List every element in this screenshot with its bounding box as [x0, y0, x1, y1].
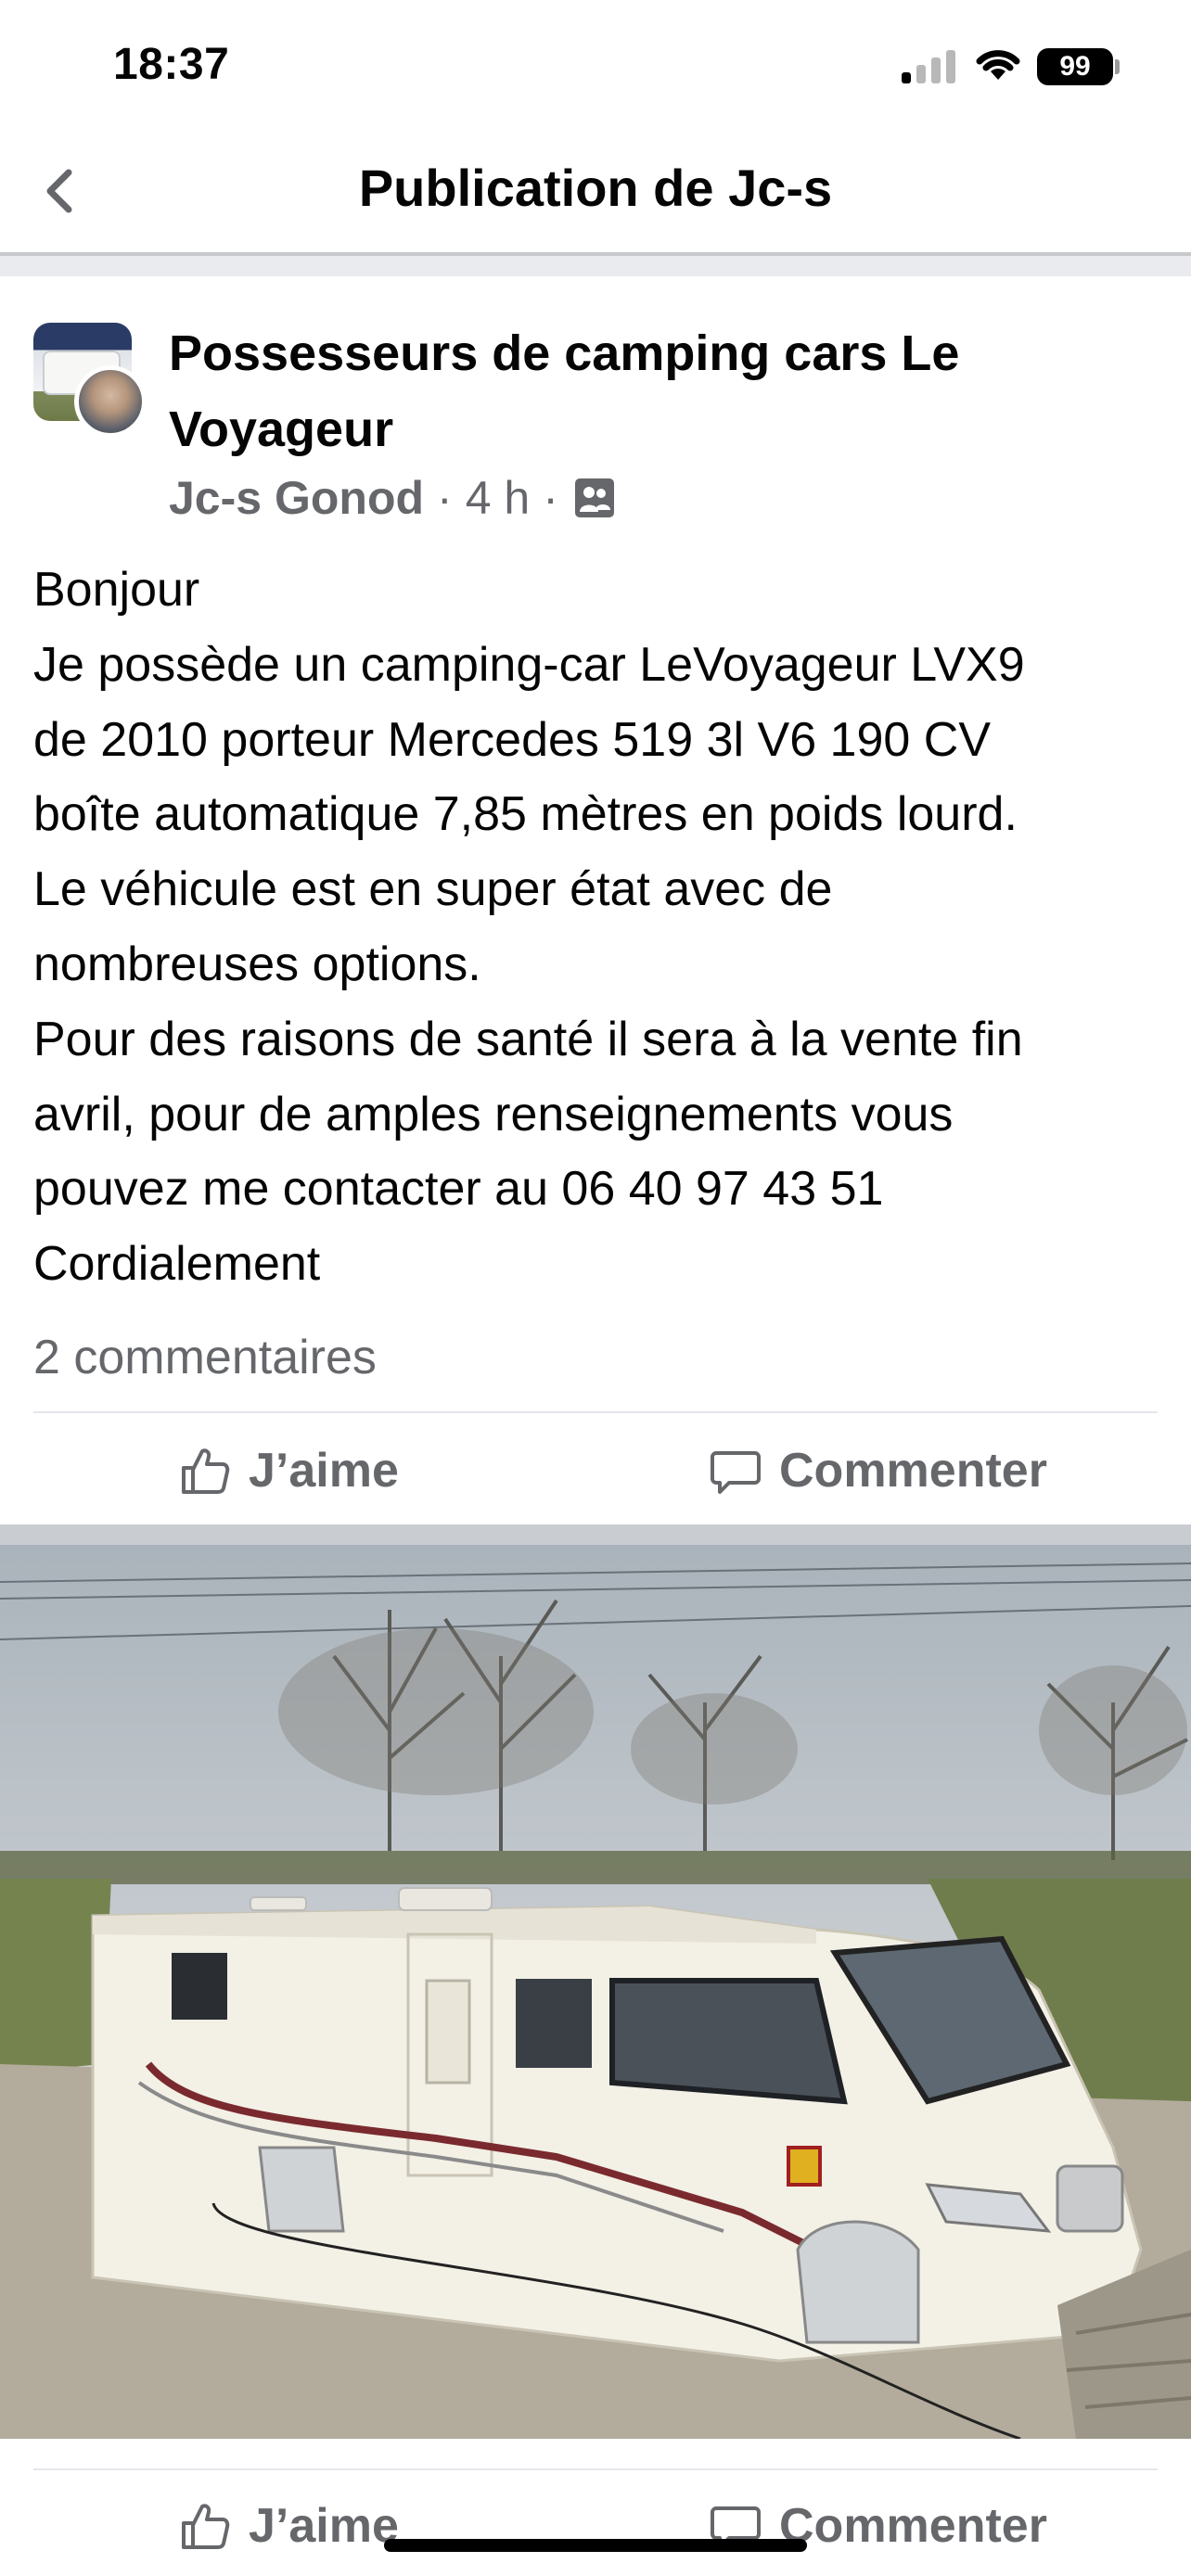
post-line: pouvez me contacter au 06 40 97 43 51: [33, 1162, 884, 1217]
page-title: Publication de Jc-s: [358, 159, 833, 217]
photo-actions-divider: [33, 2468, 1158, 2470]
post-line: nombreuses options.: [33, 937, 481, 991]
battery-tip: [1115, 59, 1120, 74]
camping-car-photo[interactable]: [0, 1545, 1191, 2439]
like-label: J’aime: [249, 2499, 399, 2553]
author-name-link[interactable]: Jc-s Gonod: [169, 471, 424, 525]
photo-comment-button[interactable]: Commenter: [709, 2489, 1047, 2563]
navigation-bar: Publication de Jc-s: [0, 137, 1191, 249]
status-bar: 18:37 99: [0, 0, 1191, 130]
header-separator: [0, 252, 1191, 276]
comment-button[interactable]: Commenter: [709, 1434, 1047, 1508]
post-line: boîte automatique 7,85 mètres en poids l…: [33, 787, 1018, 842]
post-line: Cordialement: [33, 1237, 321, 1292]
meta-separator: ·: [437, 472, 453, 524]
actions-divider: [33, 1411, 1158, 1413]
photo-like-button[interactable]: J’aime: [178, 2489, 399, 2563]
post-line: Bonjour: [33, 563, 200, 617]
meta-separator: ·: [543, 472, 558, 524]
thumbs-up-icon: [182, 1448, 230, 1494]
thumbs-up-icon: [182, 2504, 230, 2549]
section-separator: [0, 1524, 1191, 1545]
author-avatar[interactable]: [74, 365, 147, 438]
comment-label: Commenter: [779, 2499, 1047, 2553]
battery-icon: 99: [1037, 48, 1113, 85]
post-line: Pour des raisons de santé il sera à la v…: [33, 1012, 1023, 1066]
comment-label: Commenter: [779, 1444, 1047, 1498]
group-name-link[interactable]: Possesseurs de camping cars Le Voyageur: [169, 315, 1133, 467]
status-time: 18:37: [113, 40, 230, 89]
cellular-signal-icon: [902, 48, 957, 83]
camping-car-illustration: [0, 1562, 1191, 2439]
post-body: Bonjour Je possède un camping-car LeVoya…: [33, 553, 1174, 1302]
comment-bubble-icon: [711, 1451, 761, 1494]
post-line: avril, pour de amples renseignements vou…: [33, 1087, 954, 1141]
post-meta: Jc-s Gonod · 4 h ·: [169, 471, 616, 525]
post-time[interactable]: 4 h: [466, 471, 531, 525]
like-label: J’aime: [249, 1444, 399, 1498]
like-button[interactable]: J’aime: [178, 1434, 399, 1508]
post-line: Le véhicule est en super état avec de: [33, 862, 833, 917]
home-indicator[interactable]: [384, 2539, 807, 2552]
wifi-icon: [976, 50, 1020, 80]
post-line: Je possède un camping-car LeVoyageur LVX…: [33, 637, 1025, 692]
group-audience-icon: [574, 478, 614, 517]
comments-count-link[interactable]: 2 commentaires: [33, 1330, 377, 1385]
post-line: de 2010 porteur Mercedes 519 3l V6 190 C…: [33, 712, 992, 767]
